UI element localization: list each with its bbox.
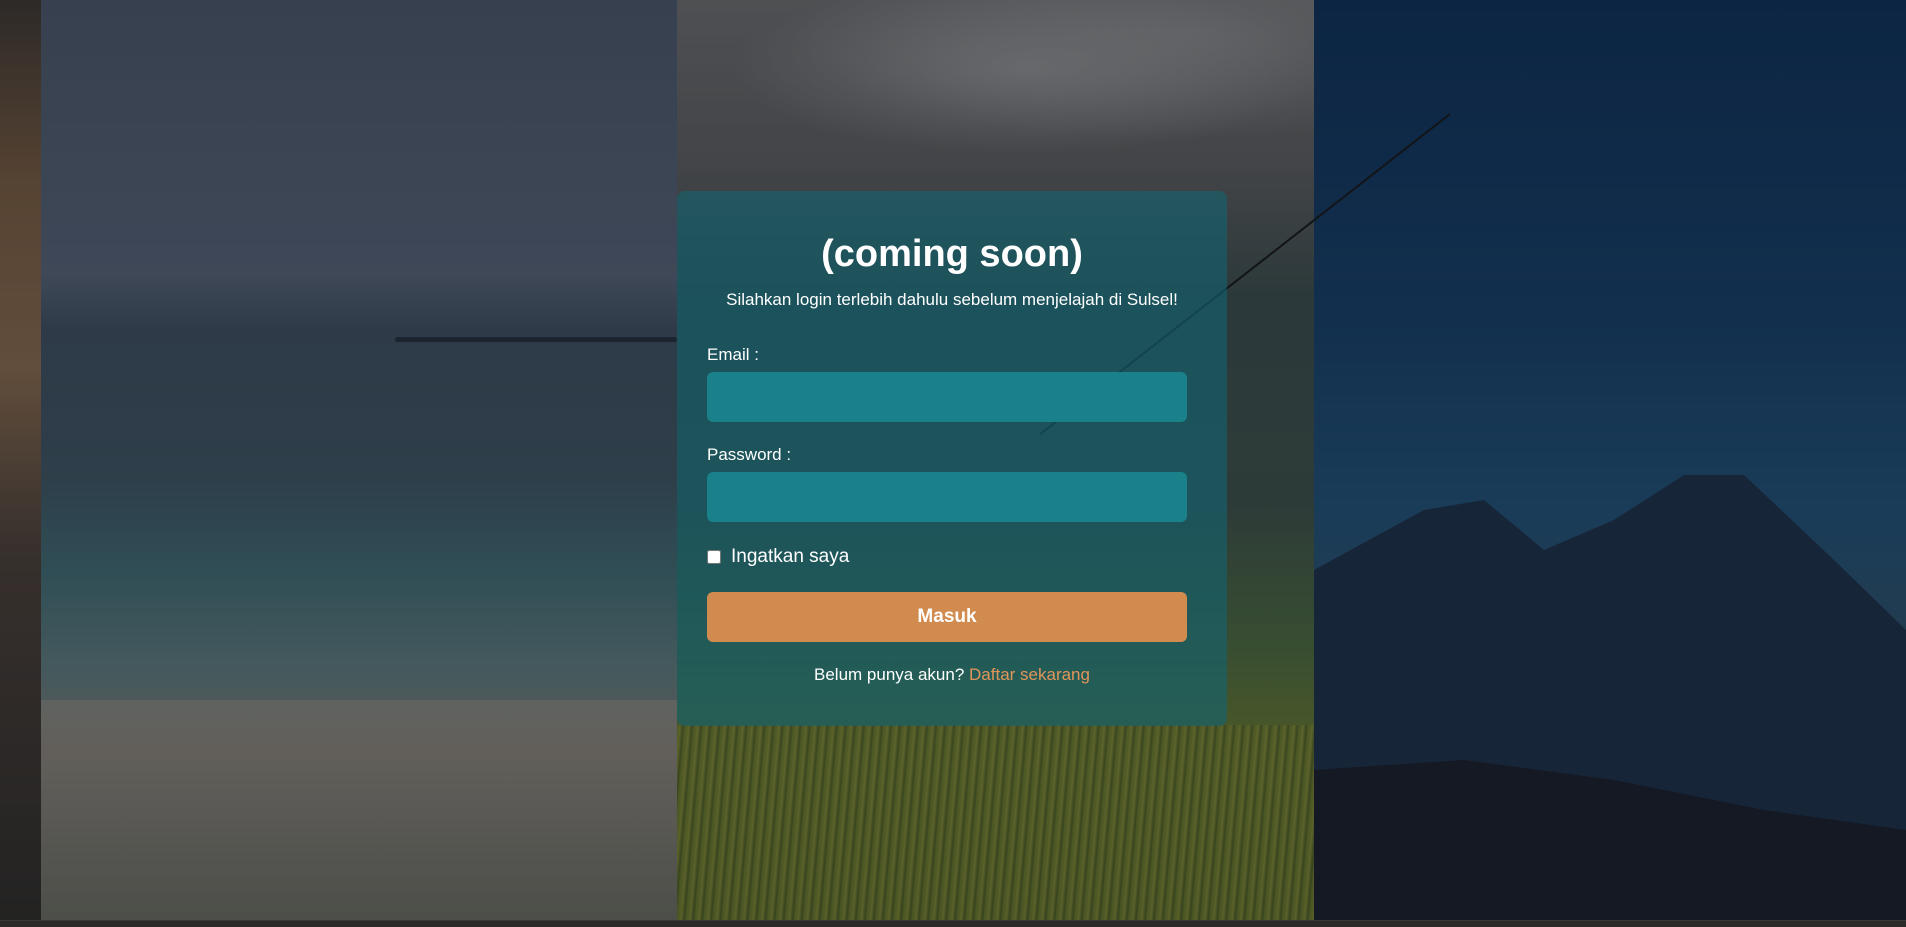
password-label: Password : [707,445,792,464]
remember-me-checkbox[interactable] [707,550,721,564]
login-card: (coming soon) Silahkan login terlebih da… [677,191,1227,726]
remember-me-row: Ingatkan saya [707,546,849,568]
background-stage: (coming soon) Silahkan login terlebih da… [0,0,1906,921]
email-field[interactable] [707,372,1187,422]
register-prompt-row: Belum punya akun? Daftar sekarang [677,665,1227,685]
page-title: (coming soon) [821,233,1083,275]
register-prompt-text: Belum punya akun? [814,665,970,684]
password-field[interactable] [707,472,1187,522]
register-link[interactable]: Daftar sekarang [969,665,1090,684]
login-button[interactable]: Masuk [707,592,1187,642]
email-label: Email : [707,345,759,364]
remember-me-label: Ingatkan saya [731,546,850,567]
login-subtitle: Silahkan login terlebih dahulu sebelum m… [726,290,1178,309]
